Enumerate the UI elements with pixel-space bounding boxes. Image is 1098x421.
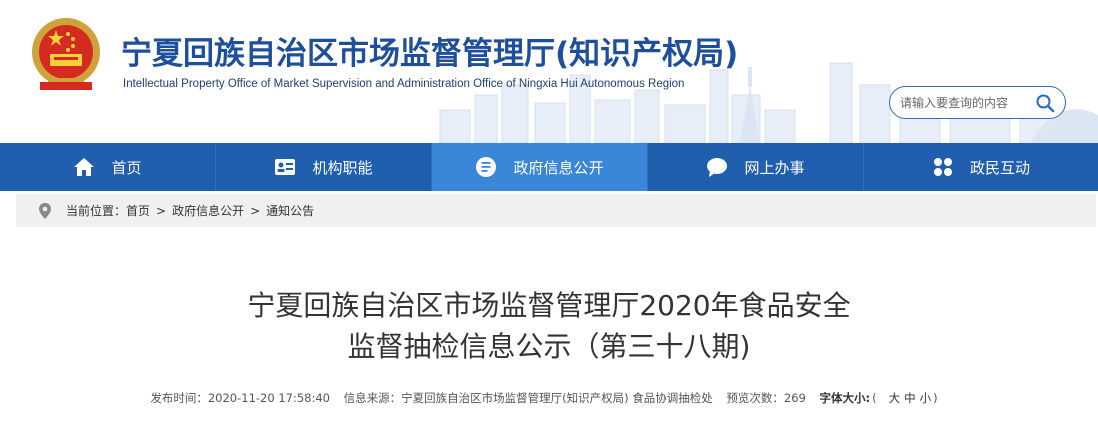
nav-item-label: 政府信息公开 <box>513 158 604 177</box>
search-input[interactable] <box>900 93 1030 113</box>
site-subtitle: Intellectual Property Office of Market S… <box>123 78 685 90</box>
view-count: 预览次数：269 <box>726 391 806 405</box>
breadcrumb: 当前位置： 首页 > 政府信息公开 > 通知公告 <box>16 194 1096 227</box>
breadcrumb-separator: > <box>156 203 167 218</box>
font-size-large[interactable]: 大 <box>889 391 901 405</box>
main-nav: 首页 机构职能 政府信息公开 网上办事 政民互动 <box>0 143 1098 191</box>
chat-icon <box>706 156 728 178</box>
nav-item-label: 机构职能 <box>312 158 373 177</box>
nav-item-home[interactable]: 首页 <box>0 143 216 191</box>
font-size-close-paren: ) <box>933 391 938 405</box>
national-emblem-icon <box>32 18 100 90</box>
nav-item-label: 网上办事 <box>744 158 805 177</box>
site-header: 宁夏回族自治区市场监督管理厅(知识产权局) Intellectual Prope… <box>0 0 1098 143</box>
info-source: 信息来源：宁夏回族自治区市场监督管理厅(知识产权局) 食品协调抽检处 <box>343 391 713 405</box>
breadcrumb-prefix: 当前位置： <box>66 204 127 218</box>
nav-item-gov-info[interactable]: 政府信息公开 <box>432 143 648 191</box>
nav-item-interaction[interactable]: 政民互动 <box>864 143 1098 191</box>
article-title-line1: 宁夏回族自治区市场监督管理厅2020年食品安全 <box>247 289 851 322</box>
font-size-open-paren: ( <box>872 391 877 405</box>
site-title: 宁夏回族自治区市场监督管理厅(知识产权局) <box>121 36 739 72</box>
nav-item-organization[interactable]: 机构职能 <box>216 143 432 191</box>
id-card-icon <box>274 156 296 178</box>
font-size-medium[interactable]: 中 <box>904 391 916 405</box>
home-icon <box>73 156 95 178</box>
nav-item-label: 政民互动 <box>969 158 1030 177</box>
font-size-label: 字体大小: <box>819 391 871 405</box>
grid-icon <box>932 156 954 178</box>
search-icon[interactable] <box>1035 93 1055 113</box>
font-size-small[interactable]: 小 <box>920 391 932 405</box>
nav-item-online-services[interactable]: 网上办事 <box>648 143 864 191</box>
breadcrumb-notices[interactable]: 通知公告 <box>266 202 314 219</box>
nav-item-label: 首页 <box>111 158 142 177</box>
publish-time: 发布时间：2020-11-20 17:58:40 <box>150 391 330 405</box>
document-icon <box>475 156 497 178</box>
article-meta: 发布时间：2020-11-20 17:58:40 信息来源：宁夏回族自治区市场监… <box>0 390 1098 406</box>
search-box <box>889 86 1066 119</box>
article-title: 宁夏回族自治区市场监督管理厅2020年食品安全 监督抽检信息公示（第三十八期) <box>0 285 1098 367</box>
breadcrumb-home[interactable]: 首页 <box>126 202 150 219</box>
location-pin-icon <box>39 202 51 219</box>
breadcrumb-gov-info[interactable]: 政府信息公开 <box>172 202 244 219</box>
article-title-line2: 监督抽检信息公示（第三十八期) <box>347 330 751 363</box>
breadcrumb-separator: > <box>250 203 261 218</box>
